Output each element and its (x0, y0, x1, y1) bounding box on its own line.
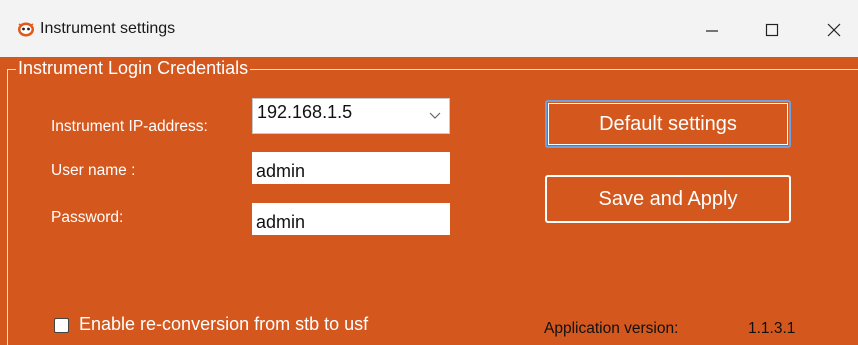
window-title: Instrument settings (40, 20, 176, 37)
maximize-button[interactable] (749, 12, 795, 48)
groupbox-title: Instrument Login Credentials (16, 57, 251, 79)
password-label: Password: (51, 209, 124, 226)
application-version-label: Application version: (544, 320, 679, 337)
password-field[interactable] (252, 203, 450, 235)
user-name-field[interactable] (252, 152, 450, 184)
ip-address-label: Instrument IP-address: (51, 118, 208, 135)
instrument-settings-window: Instrument settings Instrument Login Cre… (0, 0, 858, 345)
chevron-down-icon[interactable] (428, 110, 442, 120)
save-and-apply-button[interactable]: Save and Apply (545, 175, 791, 223)
reconversion-checkbox[interactable] (54, 318, 69, 333)
default-settings-button[interactable]: Default settings (545, 100, 791, 148)
title-bar[interactable]: Instrument settings (0, 0, 858, 57)
minimize-icon (706, 30, 718, 32)
minimize-button[interactable] (689, 12, 735, 48)
ip-address-combobox[interactable]: 192.168.1.5 (252, 98, 450, 134)
ip-address-value: 192.168.1.5 (257, 102, 353, 122)
app-logo-icon (18, 22, 34, 37)
reconversion-checkbox-label[interactable]: Enable re-conversion from stb to usf (79, 314, 368, 335)
user-name-label: User name : (51, 162, 136, 179)
close-button[interactable] (811, 12, 857, 48)
application-version-value: 1.1.3.1 (748, 320, 796, 337)
maximize-icon (765, 23, 779, 37)
close-icon (827, 23, 841, 37)
